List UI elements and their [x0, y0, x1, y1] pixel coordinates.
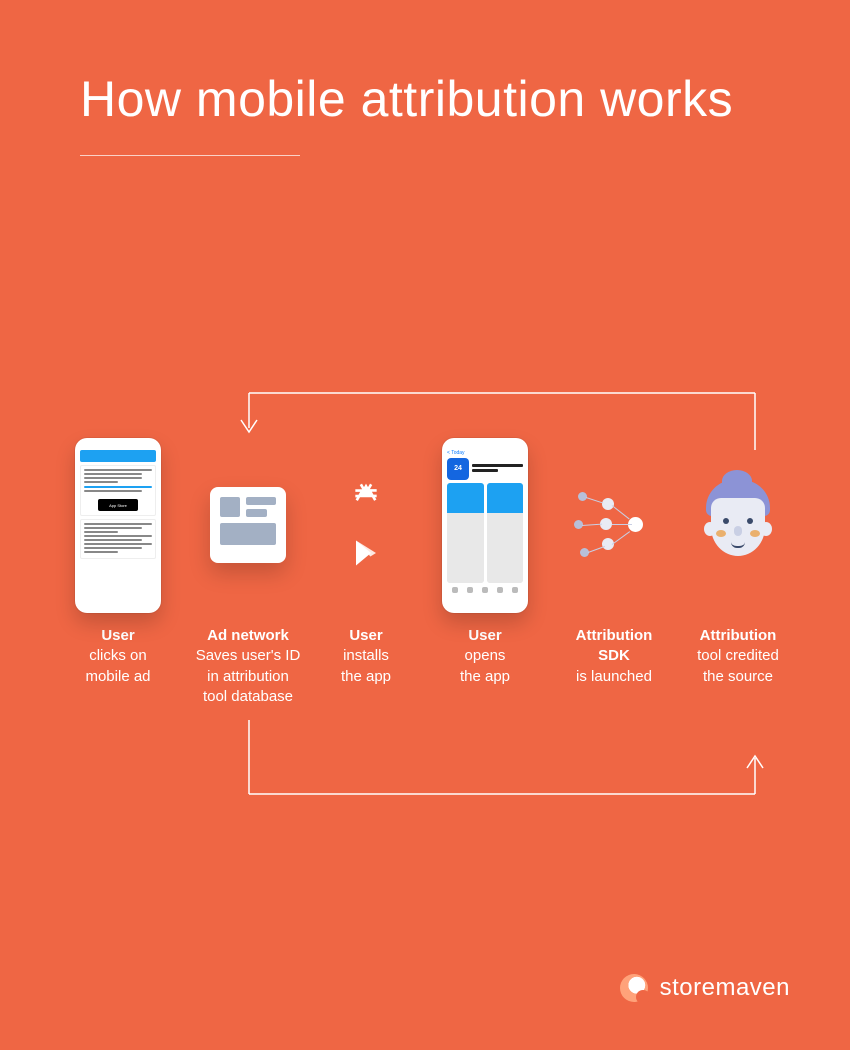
step-attribution-sdk: Attribution SDK is launched: [550, 430, 678, 707]
caption-bold: User: [468, 627, 501, 644]
caption-rest: clicks on mobile ad: [85, 647, 150, 684]
step-user-clicks-ad: App Store User clicks on mobile ad: [52, 430, 184, 707]
caption: Attribution tool credited the source: [697, 626, 779, 687]
page-title: How mobile attribution works: [80, 70, 733, 128]
caption-rest: opens the app: [460, 647, 510, 684]
caption: Ad network Saves user's ID in attributio…: [196, 626, 301, 707]
ad-network-card-icon: [210, 487, 286, 563]
flow-row: App Store User clicks on mobile ad: [0, 430, 850, 707]
step-attribution-credited: Attribution tool credited the source: [678, 430, 798, 707]
step-user-opens: < Today 24 User opens the app: [420, 430, 550, 707]
user-avatar-icon: [698, 480, 778, 570]
caption: User opens the app: [460, 626, 510, 687]
caption-rest: is launched: [576, 668, 652, 685]
caption: User installs the app: [341, 626, 391, 687]
app-store-icon: [349, 480, 383, 514]
google-play-icon: [349, 536, 383, 570]
phone-mobile-ad-icon: App Store: [75, 438, 161, 613]
phone-app-store-icon: < Today 24: [442, 438, 528, 613]
caption-bold: User: [101, 627, 134, 644]
step-ad-network: Ad network Saves user's ID in attributio…: [184, 430, 312, 707]
brand-name: storemaven: [660, 974, 790, 1002]
caption-bold: Ad network: [207, 627, 289, 644]
title-underline: [80, 155, 300, 156]
caption-bold: Attribution SDK: [576, 627, 653, 664]
brand-logo-icon: [620, 974, 648, 1002]
brand-footer: storemaven: [620, 974, 790, 1002]
sdk-network-icon: [574, 490, 654, 560]
caption-rest: Saves user's ID in attribution tool data…: [196, 647, 301, 705]
caption: Attribution SDK is launched: [576, 626, 653, 687]
caption: User clicks on mobile ad: [85, 626, 150, 687]
caption-bold: User: [349, 627, 382, 644]
caption-bold: Attribution: [700, 627, 777, 644]
caption-rest: installs the app: [341, 647, 391, 684]
caption-rest: tool credited the source: [697, 647, 779, 684]
step-user-installs: User installs the app: [312, 430, 420, 707]
